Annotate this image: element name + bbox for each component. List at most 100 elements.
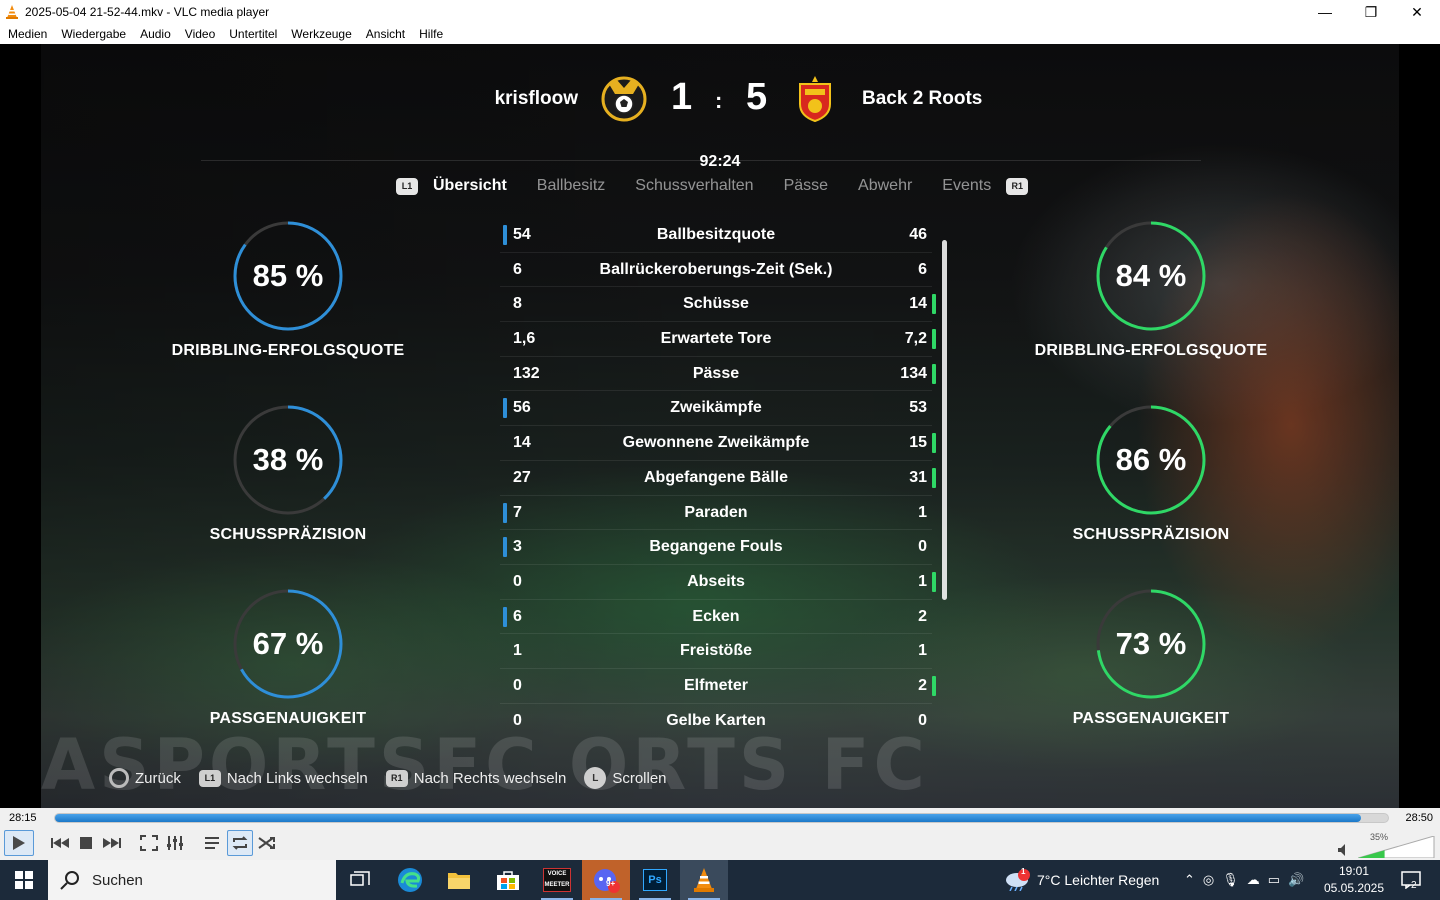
hint-back[interactable]: Zurück — [109, 768, 181, 788]
play-button[interactable] — [4, 830, 34, 856]
voicemeeter-button[interactable]: VOICE MEETER — [533, 860, 581, 900]
stat-away-value: 46 — [909, 226, 927, 243]
volume-icon[interactable]: 🔊 — [1288, 872, 1304, 888]
weather-widget[interactable]: 1 7°C Leichter Regen — [1004, 860, 1159, 900]
home-team-name: krisfloow — [494, 88, 578, 109]
ring-value: 85 % — [252, 258, 324, 293]
menu-wiedergabe[interactable]: Wiedergabe — [54, 27, 133, 41]
tab-schussverhalten[interactable]: Schussverhalten — [635, 177, 753, 195]
menu-ansicht[interactable]: Ansicht — [359, 27, 412, 41]
webcam-icon[interactable]: ◎ — [1203, 872, 1214, 888]
extended-settings-button[interactable] — [163, 830, 187, 856]
speaker-icon — [1338, 844, 1345, 856]
stat-row: 14 Gewonnene Zweikämpfe 15 — [500, 426, 936, 461]
menu-untertitel[interactable]: Untertitel — [222, 27, 284, 41]
stat-row: 0 Gelbe Karten 0 — [500, 704, 932, 739]
minimize-button[interactable]: — — [1302, 0, 1348, 24]
loop-button[interactable] — [227, 830, 253, 856]
away-team-name: Back 2 Roots — [862, 88, 983, 109]
stat-name: Schüsse — [683, 295, 749, 313]
menu-video[interactable]: Video — [178, 27, 222, 41]
stats-table[interactable]: 54 Ballbesitzquote 46 6 Ballrückeroberungs-Z… — [500, 218, 936, 739]
onedrive-icon[interactable]: ☁ — [1247, 872, 1260, 888]
shuffle-icon — [258, 837, 275, 849]
microphone-icon[interactable]: 🎙 — [1222, 872, 1239, 888]
tab-abwehr[interactable]: Abwehr — [858, 177, 912, 195]
away-lead-marker — [932, 329, 936, 350]
r1-button-icon[interactable]: R1 — [1006, 177, 1029, 195]
seek-bar[interactable] — [54, 813, 1389, 823]
playlist-button[interactable] — [201, 830, 225, 856]
volume-slider[interactable] — [1358, 836, 1436, 858]
next-button[interactable] — [100, 830, 124, 856]
volume-control[interactable]: 35% — [1336, 832, 1436, 858]
file-explorer-button[interactable] — [435, 860, 483, 900]
search-icon — [60, 871, 79, 890]
hint-switch-right[interactable]: R1 Nach Rechts wechseln — [385, 769, 566, 787]
elapsed-time: 28:15 — [9, 812, 37, 824]
store-button[interactable] — [484, 860, 532, 900]
hint-scroll-label: Scrollen — [612, 769, 667, 787]
shuffle-button[interactable] — [255, 830, 279, 856]
start-button[interactable] — [0, 860, 48, 900]
windows-logo-icon — [15, 871, 33, 889]
away-lead-marker — [932, 467, 936, 488]
stat-row: 6 Ecken 2 — [500, 600, 932, 635]
tab-ballbesitz[interactable]: Ballbesitz — [537, 177, 605, 195]
hint-back-label: Zurück — [135, 769, 181, 787]
l1-button-icon[interactable]: L1 — [396, 177, 418, 195]
stat-row: 6 Ballrückeroberungs-Zeit (Sek.) 6 — [500, 253, 932, 288]
notification-center-button[interactable]: 2 — [1396, 860, 1426, 900]
total-time[interactable]: 28:50 — [1405, 812, 1433, 824]
hint-scroll[interactable]: L Scrollen — [584, 767, 667, 789]
tab-uebersicht[interactable]: Übersicht — [433, 177, 507, 195]
photoshop-button[interactable]: Ps — [631, 860, 679, 900]
clock-time: 19:01 — [1338, 864, 1370, 878]
network-icon[interactable]: ▭ — [1268, 872, 1280, 888]
stat-away-value: 53 — [909, 399, 927, 417]
close-button[interactable]: ✕ — [1394, 0, 1440, 24]
stat-row: 0 Elfmeter 2 — [500, 669, 936, 704]
ring-label: PASSGENAUIGKEIT — [1072, 710, 1230, 727]
edge-button[interactable] — [386, 860, 434, 900]
away-goals: 5 — [746, 76, 768, 118]
taskbar-clock[interactable]: 19:01 05.05.2025 — [1322, 863, 1386, 897]
stats-scrollbar[interactable] — [942, 240, 947, 600]
ring-value: 86 % — [1115, 442, 1187, 477]
stat-name: Erwartete Tore — [660, 330, 772, 348]
home-ring-dribbling: 85 % DRIBBLING-ERFOLGSQUOTE — [168, 220, 408, 360]
menu-werkzeuge[interactable]: Werkzeuge — [284, 27, 358, 41]
tab-events[interactable]: Events — [942, 177, 991, 195]
task-view-button[interactable] — [336, 860, 384, 900]
restore-button[interactable]: ❐ — [1348, 0, 1394, 24]
fullscreen-icon — [140, 835, 158, 851]
video-frame: ASPORTSFC ORTS FC krisfloow 1 : 5 Back 2… — [41, 44, 1399, 808]
away-crest-icon — [799, 76, 831, 122]
stat-name: Gelbe Karten — [666, 711, 766, 729]
video-area[interactable]: ASPORTSFC ORTS FC krisfloow 1 : 5 Back 2… — [0, 44, 1440, 808]
home-crest-icon — [601, 76, 647, 122]
taskbar-search[interactable]: Suchen — [48, 860, 336, 900]
menu-medien[interactable]: Medien — [1, 27, 54, 41]
next-icon — [103, 838, 121, 848]
search-placeholder: Suchen — [92, 871, 143, 889]
discord-button[interactable]: 9+ — [582, 860, 630, 900]
home-ring-pass-accuracy: 67 % PASSGENAUIGKEIT — [168, 588, 408, 728]
voicemeeter-icon: VOICE MEETER — [543, 868, 571, 892]
stat-away-value: 2 — [918, 607, 927, 625]
ring-value: 38 % — [252, 442, 324, 477]
hint-switch-left[interactable]: L1 Nach Links wechseln — [198, 769, 368, 787]
previous-button[interactable] — [48, 830, 72, 856]
home-goals: 1 — [671, 76, 693, 118]
menu-hilfe[interactable]: Hilfe — [412, 27, 450, 41]
chevron-up-icon[interactable]: ⌃ — [1184, 872, 1195, 888]
r1-button-icon: R1 — [385, 769, 408, 787]
vlc-taskbar-button[interactable] — [680, 860, 728, 900]
fullscreen-button[interactable] — [137, 830, 161, 856]
left-stick-icon: L — [584, 767, 607, 789]
menu-audio[interactable]: Audio — [133, 27, 178, 41]
stop-button[interactable] — [74, 830, 98, 856]
divider — [201, 160, 1201, 161]
stat-name: Ballrückeroberungs-Zeit (Sek.) — [599, 260, 833, 278]
tab-paesse[interactable]: Pässe — [784, 177, 828, 195]
